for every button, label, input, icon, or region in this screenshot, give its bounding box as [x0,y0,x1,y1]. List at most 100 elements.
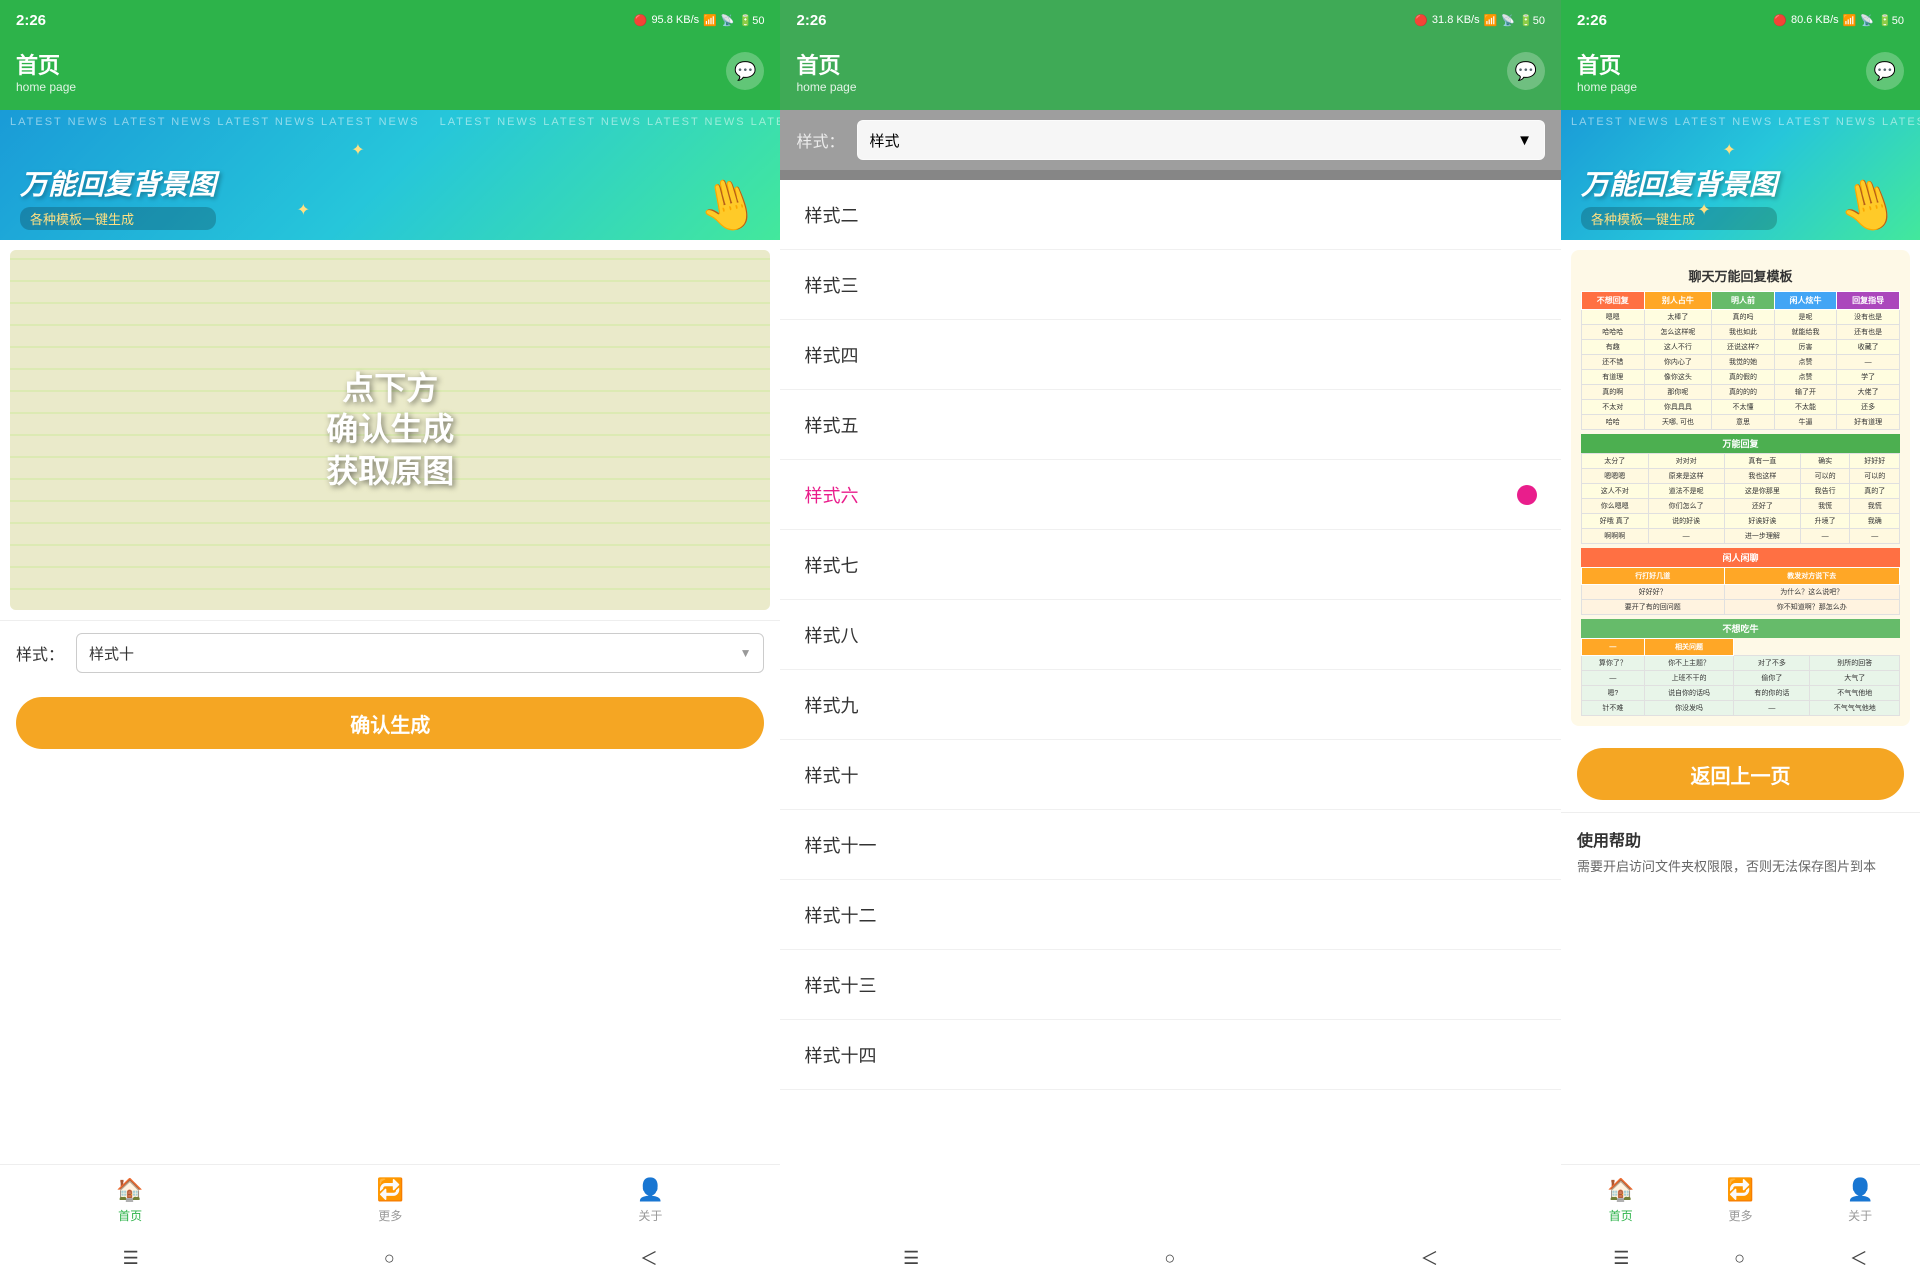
dropdown-item-5[interactable]: 样式五 [780,390,1560,460]
sparkle-1: ✦ [351,140,364,160]
about-label-right: 关于 [1848,1207,1872,1224]
table-row: 啊啊啊 — 进一步理解 — — [1581,529,1899,544]
cell: — [1581,671,1644,686]
about-icon-right: 👤 [1846,1177,1873,1203]
table-row: 好哦 真了 说的好诶 好诶好诶 升境了 我确 [1581,514,1899,529]
dropdown-label-10: 样式十 [804,762,858,788]
battery-icon-right: 🔋50 [1878,14,1904,27]
home-btn-mid[interactable]: ○ [1164,1248,1175,1269]
sys-nav-right: ☰ ○ ＜ [1561,1236,1920,1280]
weibo-icon-mid: 🔴 [1414,14,1428,27]
subtable-container: 万能回复 太分了 对对对 真有一直 确实 好好好 嗯嗯嗯 [1581,434,1900,544]
home-btn-right[interactable]: ○ [1734,1248,1745,1269]
cell: 为什么？这么说吧？ [1724,585,1899,600]
dropdown-item-13[interactable]: 样式十三 [780,950,1560,1020]
back-button[interactable]: 返回上一页 [1577,748,1904,800]
preview-image-left: 点下方 确认生成 获取原图 [10,250,770,610]
table-row: 你么嗯嗯 你们怎么了 还好了 我慌 我慌 [1581,499,1899,514]
dropdown-item-2[interactable]: 样式二 [780,180,1560,250]
ticker-left: LATEST NEWS LATEST NEWS LATEST NEWS LATE… [0,116,780,128]
cell: 那你呢 [1644,385,1712,400]
cell: 可以的 [1850,469,1900,484]
signal-text-right: 80.6 KB/s [1791,14,1839,26]
banner-sub-text-left: 各种模板一键生成 [20,207,216,230]
cell: — [1850,529,1900,544]
reply-table-2: 太分了 对对对 真有一直 确实 好好好 嗯嗯嗯 原来是这样 我也这样 可以的 [1581,453,1900,544]
cell: 嗯? [1581,686,1644,701]
cell: 对了不多 [1734,656,1810,671]
table-row: 有趣 这人不行 还说这样? 厉害 收藏了 [1581,340,1899,355]
time-left: 2:26 [16,12,46,29]
back-btn-left[interactable]: ＜ [640,1245,658,1271]
style-dropdown[interactable]: 样式十 ▼ [76,633,764,673]
home-icon-left: 🏠 [116,1177,143,1203]
confirm-button[interactable]: 确认生成 [16,697,764,749]
nav-home-right[interactable]: 🏠 首页 [1607,1177,1634,1224]
dropdown-arrow-icon: ▼ [740,646,752,660]
more-icon-right: 🔁 [1727,1177,1754,1203]
chat-subtable: 闲人闲聊 行打好几道 教发对方说下去 好好好？ 为什么？这么说吧？ [1581,548,1900,615]
cell: 说自你的话吗 [1644,686,1734,701]
cell: 像你这头 [1644,370,1712,385]
style-dropdown-dim[interactable]: 样式 ▼ [857,120,1545,160]
dropdown-item-8[interactable]: 样式八 [780,600,1560,670]
header-title-block-left: 首页 home page [16,48,76,94]
style-selector-row: 样式： 样式十 ▼ [0,620,780,685]
dropdown-item-10[interactable]: 样式十 [780,740,1560,810]
table-row: 不太对 你具具具 不太懂 不太能 还多 [1581,400,1899,415]
nav-more-right[interactable]: 🔁 更多 [1727,1177,1754,1224]
table-row: 哈哈 天哪, 可也 意思 牛逼 好有道理 [1581,415,1899,430]
cell: 学了 [1837,370,1900,385]
dropdown-item-11[interactable]: 样式十一 [780,810,1560,880]
chat-icon: 💬 [734,61,756,82]
message-icon-mid[interactable]: 💬 [1507,52,1545,90]
cell: 真有一直 [1724,454,1800,469]
cell: 你们怎么了 [1648,499,1724,514]
dropdown-item-7[interactable]: 样式七 [780,530,1560,600]
reply-table: 不想回复 别人占牛 明人前 闲人炫牛 回复指导 嗯嗯 太棒了 真的吗 是呢 [1581,291,1900,430]
cell: 我告行 [1800,484,1850,499]
menu-btn-left[interactable]: ☰ [123,1248,139,1269]
weibo-icon-right: 🔴 [1773,14,1787,27]
menu-btn-right[interactable]: ☰ [1613,1248,1629,1269]
nav-about-right[interactable]: 👤 关于 [1846,1177,1873,1224]
cell: 你具具具 [1644,400,1712,415]
cell: 还好了 [1724,499,1800,514]
app-subtitle-left: home page [16,80,76,94]
cell: 不气气气他地 [1810,701,1900,716]
dim-top: 2:26 🔴 31.8 KB/s 📶 📡 🔋50 首页 home page 💬 … [780,0,1560,180]
back-btn-mid[interactable]: ＜ [1420,1245,1438,1271]
sparkle-4: ✦ [1697,200,1710,220]
nav-home-left[interactable]: 🏠 首页 [116,1177,143,1224]
dropdown-item-12[interactable]: 样式十二 [780,880,1560,950]
cell: 这是你那里 [1724,484,1800,499]
table-row: 算你了？ 你不上主题？ 对了不多 别所的回答 [1581,656,1899,671]
table-row: 嗯? 说自你的话吗 有的你的话 不气气他地 [1581,686,1899,701]
header-title-block-right: 首页 home page [1577,48,1637,94]
nav-more-left[interactable]: 🔁 更多 [377,1177,404,1224]
app-title-left: 首页 [16,48,76,80]
dropdown-item-4[interactable]: 样式四 [780,320,1560,390]
cell: 你没发吗 [1644,701,1734,716]
home-btn-left[interactable]: ○ [384,1248,395,1269]
back-btn-right[interactable]: ＜ [1850,1245,1868,1271]
col-chat: 闲人炫牛 [1774,292,1837,310]
dropdown-item-9[interactable]: 样式九 [780,670,1560,740]
help-title: 使用帮助 [1577,827,1904,851]
app-title-mid: 首页 [796,48,856,80]
dropdown-item-14[interactable]: 样式十四 [780,1020,1560,1090]
dropdown-item-3[interactable]: 样式三 [780,250,1560,320]
message-icon-right[interactable]: 💬 [1866,52,1904,90]
data-icon-mid: 📶 [1484,14,1498,27]
menu-btn-mid[interactable]: ☰ [903,1248,919,1269]
cell: 不太能 [1774,400,1837,415]
sys-nav-left: ☰ ○ ＜ [0,1236,780,1280]
cell: 道法不是呢 [1648,484,1724,499]
cell: 我慌 [1800,499,1850,514]
dropdown-item-6[interactable]: 样式六 [780,460,1560,530]
chat-icon-mid: 💬 [1515,61,1537,82]
message-icon-left[interactable]: 💬 [726,52,764,90]
nav-about-left[interactable]: 👤 关于 [637,1177,664,1224]
no-beef-header: 不想吃牛 [1581,619,1900,638]
cell: 算你了？ [1581,656,1644,671]
